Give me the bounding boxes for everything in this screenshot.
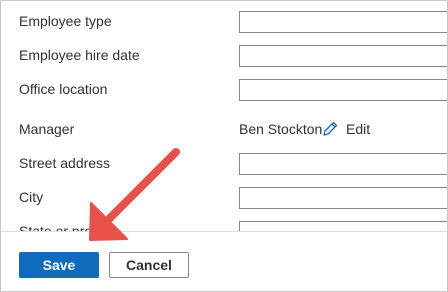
manager-label: Manager [19,121,75,137]
office-location-label: Office location [19,81,108,97]
edit-properties-panel: Employee type Employee hire date Office … [0,0,448,292]
office-location-field[interactable] [239,79,447,101]
pencil-icon[interactable] [321,120,339,138]
employee-type-field[interactable] [239,11,447,33]
properties-form: Employee type Employee hire date Office … [1,1,447,231]
manager-name: Ben Stockton [239,121,323,137]
panel-footer: Save Cancel [1,231,447,291]
state-or-province-label: State or prov [19,223,100,231]
city-field[interactable] [239,187,447,209]
street-address-label: Street address [19,155,111,171]
state-or-province-field[interactable] [239,221,447,231]
employee-hire-date-label: Employee hire date [19,47,140,63]
street-address-field[interactable] [239,153,447,175]
cancel-button[interactable]: Cancel [109,252,189,278]
employee-type-label: Employee type [19,13,112,29]
employee-hire-date-field[interactable] [239,45,447,67]
save-button[interactable]: Save [19,252,99,278]
city-label: City [19,189,44,205]
manager-edit-link[interactable]: Edit [346,121,370,137]
